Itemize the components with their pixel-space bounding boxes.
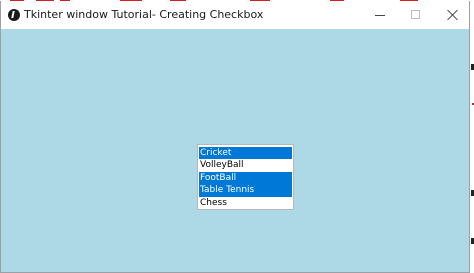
sports-listbox[interactable]: Cricket VolleyBall FootBall Table Tennis… [197, 144, 294, 210]
app-window: Tkinter window Tutorial- Creating Checkb… [0, 1, 470, 273]
close-icon [447, 9, 458, 20]
list-item-cricket[interactable]: Cricket [199, 147, 292, 160]
window-client-area: Cricket VolleyBall FootBall Table Tennis… [1, 29, 469, 272]
window-title: Tkinter window Tutorial- Creating Checkb… [24, 8, 264, 21]
maximize-button[interactable] [397, 1, 433, 29]
title-bar[interactable]: Tkinter window Tutorial- Creating Checkb… [1, 1, 469, 29]
list-item-chess[interactable]: Chess [199, 197, 292, 209]
close-button[interactable] [433, 1, 469, 29]
minimize-button[interactable] [361, 1, 397, 29]
list-item-volleyball[interactable]: VolleyBall [199, 159, 292, 171]
app-feather-icon [8, 9, 20, 21]
minimize-icon [375, 15, 385, 16]
list-item-table-tennis[interactable]: Table Tennis [199, 184, 292, 197]
list-item-football[interactable]: FootBall [199, 171, 292, 185]
maximize-icon [411, 10, 420, 19]
